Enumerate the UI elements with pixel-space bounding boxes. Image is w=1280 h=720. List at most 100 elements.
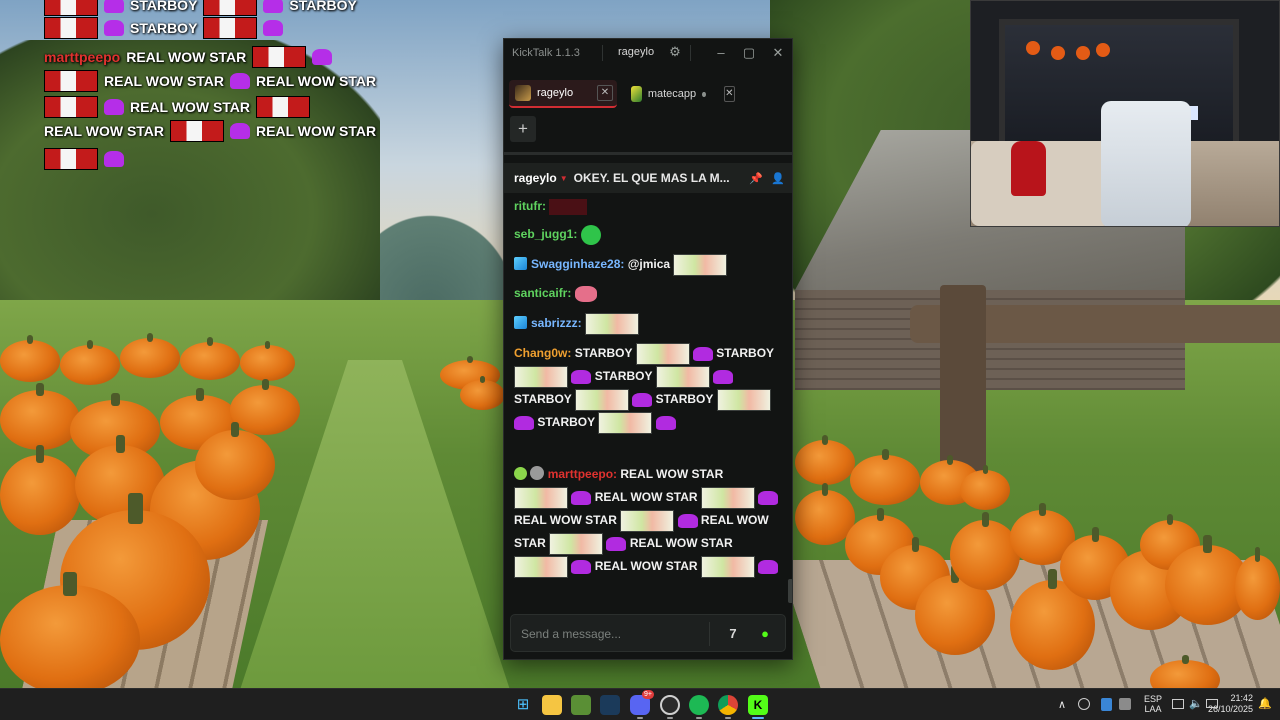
- overlay-emote: [44, 148, 98, 170]
- close-tab-icon[interactable]: ✕: [597, 85, 613, 101]
- settings-gear-icon[interactable]: ⚙: [667, 44, 683, 60]
- overlay-row: REAL WOW STAR: [44, 96, 311, 118]
- emote-image: [712, 369, 733, 384]
- channel-avatar: [515, 85, 531, 101]
- chat-username[interactable]: seb_jugg1:: [514, 227, 577, 241]
- chat-text: STARBOY: [537, 415, 595, 429]
- minecraft-icon[interactable]: [571, 695, 591, 715]
- pumpkin: [230, 379, 300, 435]
- obs-icon[interactable]: [660, 695, 680, 715]
- overlay-emote: [44, 96, 98, 118]
- add-tab-button[interactable]: +: [510, 116, 536, 142]
- chat-username[interactable]: marttpeepo:: [548, 467, 617, 481]
- network-icon[interactable]: [1172, 699, 1184, 709]
- message-input[interactable]: [521, 624, 711, 644]
- overlay-purple-emote: [230, 123, 251, 139]
- chat-scrollbar[interactable]: [788, 579, 792, 603]
- chat-username[interactable]: Chang0w:: [514, 346, 571, 360]
- alien-badge-icon: [514, 467, 527, 480]
- chevron-down-icon: ▼: [559, 173, 568, 183]
- emote-image: [692, 346, 713, 361]
- chat-message: sabrizzz:: [514, 313, 780, 335]
- channel-avatar: [631, 86, 642, 102]
- overlay-emote: [44, 70, 98, 92]
- chat-text: @jmica: [627, 257, 671, 272]
- language-indicator[interactable]: ESP LAA: [1142, 694, 1164, 720]
- header-channel-chip[interactable]: rageylo: [612, 43, 660, 63]
- chat-message: ritufr:: [514, 197, 780, 215]
- emote-image: [598, 411, 653, 434]
- titlebar-divider: [602, 45, 603, 61]
- windows-start-icon[interactable]: ⊞: [513, 695, 533, 715]
- emote-image: [700, 555, 755, 578]
- emote-image: [700, 486, 755, 509]
- user-icon[interactable]: 👤: [770, 172, 786, 185]
- message-input-box: 7 ●: [510, 614, 786, 652]
- close-tab-icon[interactable]: ✕: [723, 86, 735, 102]
- pinned-message[interactable]: rageylo ▼ OKEY. EL QUE MAS LA M... 📌 👤: [504, 163, 792, 193]
- tabs-divider: [504, 152, 792, 155]
- chat-message: marttpeepo: REAL WOW STAR REAL WOW STAR …: [514, 463, 780, 578]
- tab-matecapp[interactable]: matecapp ✕: [625, 80, 739, 108]
- chat-message: Chang0w: STARBOY STARBOY STARBOY STARBOY…: [514, 342, 780, 434]
- clock[interactable]: 21:42 26/10/2025: [1205, 693, 1253, 720]
- chat-text: REAL: [700, 513, 734, 527]
- tray-app-icon[interactable]: [1078, 698, 1090, 710]
- maximize-button[interactable]: ▢: [738, 43, 760, 63]
- tray-app-icon[interactable]: [1119, 698, 1131, 710]
- close-window-button[interactable]: ✕: [767, 43, 789, 63]
- overlay-row: STARBOY STARBOY: [44, 0, 357, 16]
- minimize-button[interactable]: –: [710, 43, 732, 63]
- pumpkin: [850, 449, 920, 505]
- chat-username[interactable]: santicaifr:: [514, 286, 571, 300]
- overlay-emote: [203, 17, 258, 39]
- webcam-chair: [1101, 101, 1191, 226]
- tray-shield-icon[interactable]: [1101, 698, 1112, 711]
- chat-text: REAL WOW STAR: [594, 490, 698, 504]
- webcam-overlay: [970, 0, 1280, 227]
- overlay-text: STARBOY: [130, 0, 198, 13]
- overlay-purple-emote: [104, 151, 124, 167]
- emote-image: [758, 490, 779, 505]
- gray-badge-icon: [530, 466, 545, 480]
- file-explorer-icon[interactable]: [542, 695, 562, 715]
- pumpkin: [0, 571, 140, 688]
- chat-text: STARBOY: [655, 392, 714, 406]
- discord-icon[interactable]: 9+: [630, 690, 654, 715]
- chat-message: santicaifr:: [514, 284, 780, 302]
- steam-icon[interactable]: [600, 695, 620, 715]
- overlay-text: REAL WOW STAR: [130, 99, 251, 115]
- subscriber-badge-icon: [514, 257, 527, 271]
- chat-username[interactable]: sabrizzz:: [531, 316, 582, 330]
- volume-icon[interactable]: 🔈: [1189, 697, 1203, 720]
- chat-username[interactable]: ritufr:: [514, 199, 546, 213]
- webcam-person: [1011, 141, 1046, 196]
- language-top: ESP: [1143, 694, 1162, 704]
- tray-chevron-up-icon[interactable]: ∧: [1058, 698, 1066, 720]
- pin-icon[interactable]: 📌: [748, 172, 764, 185]
- chat-username[interactable]: Swagginhaze28:: [531, 257, 624, 271]
- overlay-purple-emote: [263, 0, 284, 13]
- chrome-icon[interactable]: [718, 695, 738, 715]
- pumpkin: [120, 333, 180, 378]
- pumpkin: [180, 337, 240, 380]
- pinned-username[interactable]: rageylo: [514, 171, 557, 185]
- pumpkin: [0, 445, 80, 535]
- kicktalk-titlebar[interactable]: KickTalk 1.1.3 rageylo ⚙ – ▢ ✕: [504, 39, 792, 67]
- overlay-emote: [203, 0, 258, 16]
- emote-image: [606, 536, 627, 551]
- notification-bell-icon[interactable]: 🔔: [1258, 697, 1272, 720]
- kick-emote-icon[interactable]: ●: [755, 624, 775, 644]
- chat-message-list[interactable]: ritufr: seb_jugg1: Swagginhaze28: @jmica…: [504, 195, 786, 605]
- emote-image: [635, 342, 690, 365]
- tab-label: rageylo: [537, 87, 574, 99]
- chat-message: Swagginhaze28: @jmica: [514, 254, 780, 276]
- webcam-decoration: [1051, 46, 1065, 60]
- tab-rageylo[interactable]: rageylo ✕: [509, 80, 617, 108]
- overlay-text: STARBOY: [130, 20, 198, 36]
- 7tv-emote-icon[interactable]: 7: [723, 624, 743, 644]
- emote-image: [677, 513, 698, 528]
- emote-image: [632, 392, 653, 407]
- kick-icon[interactable]: K: [748, 695, 768, 715]
- spotify-icon[interactable]: [689, 695, 709, 715]
